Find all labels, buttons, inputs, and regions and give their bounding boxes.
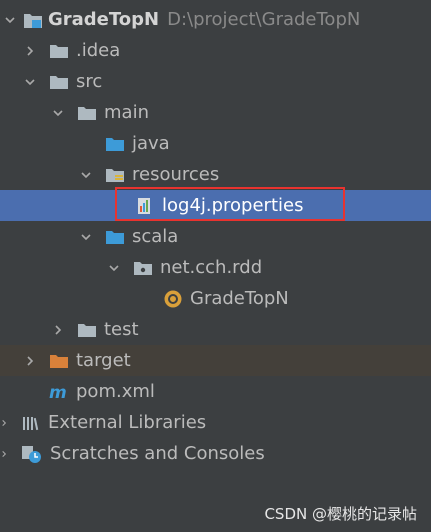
project-path: D:\project\GradeTopN [167,9,361,30]
chevron-right-icon[interactable] [20,35,40,66]
tree-label-package: net.cch.rdd [160,257,263,278]
project-name: GradeTopN [48,9,160,30]
library-icon [20,407,42,438]
chevron-down-icon[interactable] [76,159,96,190]
tree-row-test[interactable]: test [0,314,431,345]
tree-row-package[interactable]: net.cch.rdd [0,252,431,283]
tree-row-project-root[interactable]: GradeTopN D:\project\GradeTopN [0,4,431,35]
folder-icon [48,35,70,66]
chevron-down-icon[interactable] [76,221,96,252]
chevron-right-icon[interactable] [0,407,8,438]
tree-label-resources: resources [132,164,220,185]
tree-label-scala: scala [132,226,179,247]
chevron-right-icon[interactable] [20,345,40,376]
resources-folder-icon [104,159,126,190]
chevron-right-icon[interactable] [48,314,68,345]
project-root-label: GradeTopN D:\project\GradeTopN [48,4,360,35]
tree-row-src[interactable]: src [0,66,431,97]
tree-row-external-libraries[interactable]: External Libraries [0,407,431,438]
module-folder-icon [22,4,44,35]
tree-row-java[interactable]: java [0,128,431,159]
package-icon [132,252,154,283]
chevron-down-icon[interactable] [104,252,124,283]
tree-row-gradetopn-object[interactable]: GradeTopN [0,283,431,314]
tree-label-scratches: Scratches and Consoles [50,443,265,464]
excluded-folder-icon [48,345,70,376]
red-highlight-box [115,187,345,221]
tree-label-external-libraries: External Libraries [48,412,207,433]
folder-icon [76,97,98,128]
scala-object-icon [162,283,184,314]
chevron-right-icon[interactable] [0,438,8,469]
tree-row-pom[interactable]: m pom.xml [0,376,431,407]
tree-label-target: target [76,350,131,371]
tree-label-gradetopn: GradeTopN [190,288,289,309]
source-folder-icon [104,221,126,252]
chevron-down-icon[interactable] [48,97,68,128]
tree-label-main: main [104,102,149,123]
tree-label-pom: pom.xml [76,381,155,402]
svg-text:m: m [49,383,67,401]
tree-label-src: src [76,71,103,92]
tree-label-idea: .idea [76,40,121,61]
tree-row-idea[interactable]: .idea [0,35,431,66]
watermark: CSDN @樱桃的记录帖 [264,505,417,523]
maven-icon: m [48,376,70,407]
tree-row-scratches[interactable]: Scratches and Consoles [0,438,431,469]
source-folder-icon [104,128,126,159]
folder-icon [76,314,98,345]
tree-row-target[interactable]: target [0,345,431,376]
tree-label-java: java [132,133,170,154]
folder-icon [48,66,70,97]
chevron-down-icon[interactable] [0,4,20,35]
chevron-down-icon[interactable] [20,66,40,97]
tree-row-scala[interactable]: scala [0,221,431,252]
tree-row-resources[interactable]: resources [0,159,431,190]
tree-label-test: test [104,319,139,340]
scratches-icon [20,438,42,469]
tree-row-main[interactable]: main [0,97,431,128]
